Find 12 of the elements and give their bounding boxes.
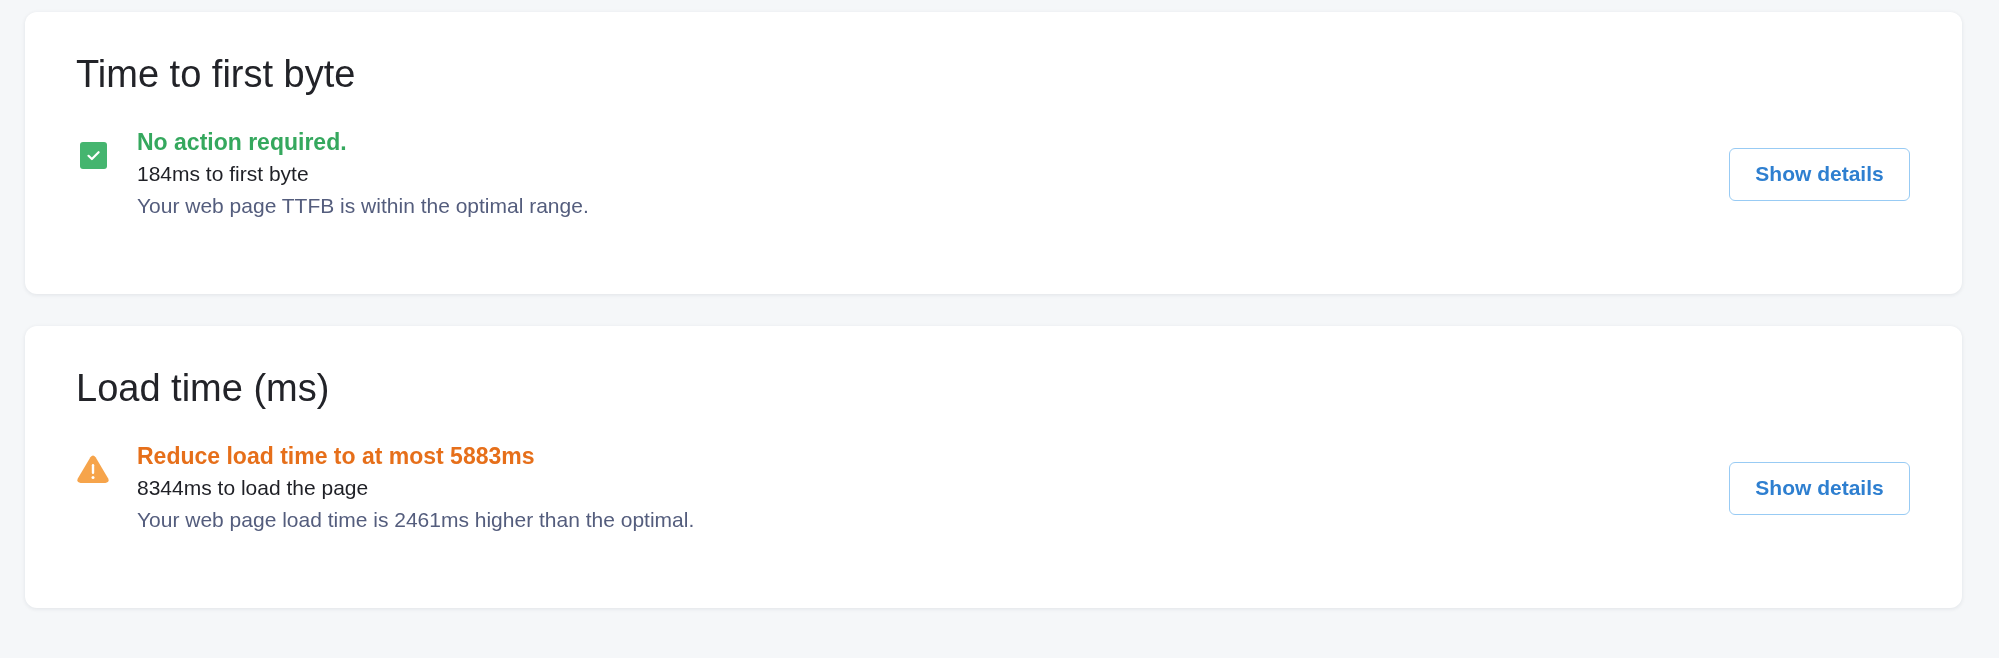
card-title: Load time (ms) [76,366,330,411]
show-details-button[interactable]: Show details [1729,461,1910,515]
card-title: Time to first byte [76,52,356,97]
status-headline: No action required. [137,128,347,157]
status-headline: Reduce load time to at most 5883ms [137,442,535,471]
check-icon [79,142,107,169]
show-details-button[interactable]: Show details [1729,147,1910,201]
description-text: Your web page load time is 2461ms higher than the optimal. [137,507,695,533]
metric-text: 184ms to first byte [137,161,309,187]
metric-text: 8344ms to load the page [137,475,369,501]
description-text: Your web page TTFB is within the optimal range. [137,193,589,219]
warning-icon [77,455,109,483]
